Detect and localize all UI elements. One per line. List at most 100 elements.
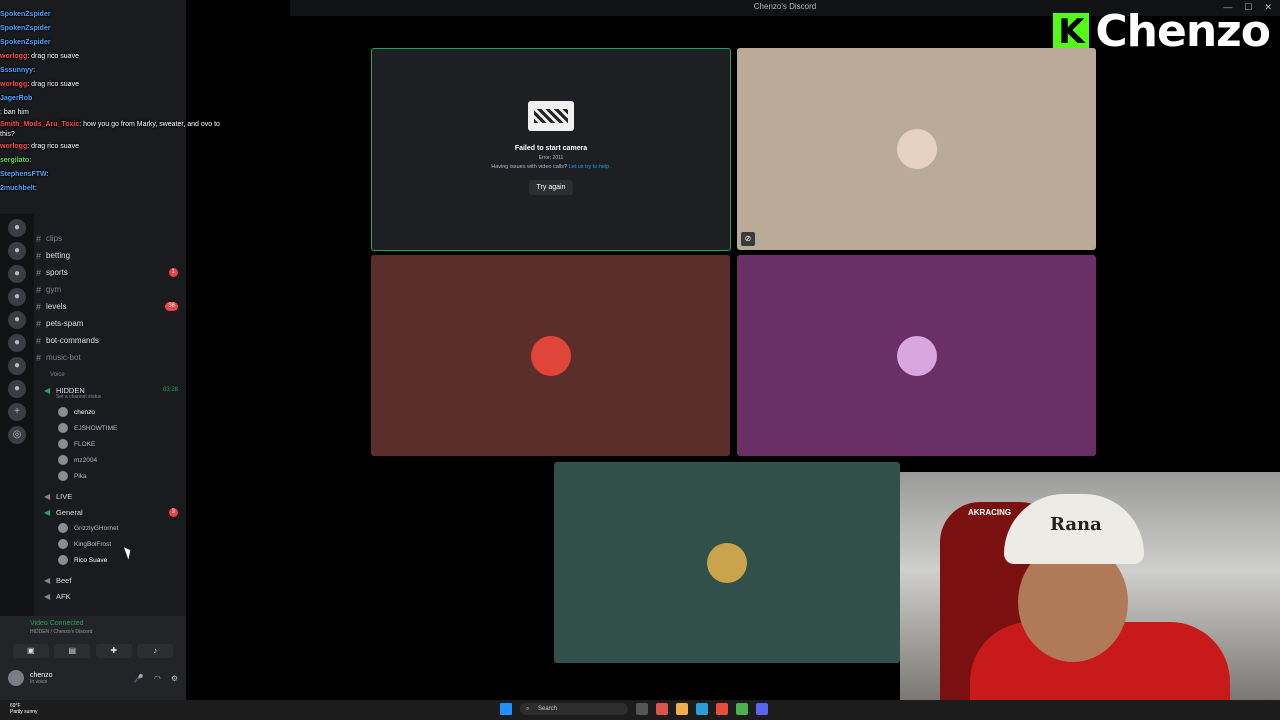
chat-user: worlogg — [0, 53, 28, 60]
channel-gym[interactable]: # gym — [36, 281, 184, 298]
voice-user[interactable]: mz2004 — [36, 452, 184, 468]
server-icon[interactable]: ● — [8, 242, 26, 260]
voice-channel-general[interactable]: ◀ General 3 — [36, 504, 184, 520]
voice-user-name: Rico Suave — [74, 556, 108, 564]
chat-text: : how you go from Marky, sweater, and ov… — [79, 121, 220, 128]
hash-icon: # — [36, 301, 42, 312]
voice-channel-label: AFK — [56, 591, 71, 601]
screen-share-button[interactable]: ▤ — [54, 644, 91, 658]
chat-user: SpokenZspider — [0, 25, 51, 32]
server-icon[interactable]: ● — [8, 311, 26, 329]
chat-message: worlogg: drag rico suave — [0, 78, 290, 92]
voice-channel-label: General — [56, 507, 83, 517]
voice-channel-beef[interactable]: ◀ Beef — [36, 572, 184, 588]
channel-pets-spam[interactable]: # pets-spam — [36, 315, 184, 332]
voice-user-name: GrizzlyGHornet — [74, 524, 119, 532]
voice-channel-label: Beef — [56, 575, 72, 585]
camera-button[interactable]: ▣ — [12, 644, 49, 658]
channel-clips[interactable]: # clips — [36, 230, 184, 247]
video-tile[interactable]: ⊘ — [737, 48, 1096, 250]
taskbar-search[interactable]: ⌕ Search — [520, 703, 628, 715]
video-tile[interactable] — [737, 255, 1096, 456]
voice-channel-afk[interactable]: ◀ AFK — [36, 588, 184, 604]
chat-user: SpokenZspider — [0, 39, 51, 46]
hash-icon: # — [36, 335, 42, 346]
chat-text: : drag rico suave — [27, 53, 79, 60]
voice-category[interactable]: Voice — [50, 372, 184, 380]
channel-levels[interactable]: # levels 36 — [36, 298, 184, 315]
user-status: In voice — [30, 678, 48, 685]
voice-user[interactable]: KingBolFrost — [36, 536, 184, 552]
voice-user[interactable]: FLOKE — [36, 436, 184, 452]
channel-label: clips — [46, 234, 63, 243]
server-icon[interactable]: ● — [8, 265, 26, 283]
voice-user[interactable]: EJSHOWTIME — [36, 420, 184, 436]
voice-user-name: KingBolFrost — [74, 540, 112, 548]
server-icon[interactable]: ● — [8, 334, 26, 352]
video-tile[interactable] — [371, 255, 730, 456]
channel-music-bot[interactable]: # music-bot — [36, 349, 184, 366]
voice-user[interactable]: Rico Suave — [36, 552, 184, 568]
voice-user[interactable]: chenzo — [36, 404, 184, 420]
chat-message: 2muchbelt: — [0, 182, 290, 196]
channel-sports[interactable]: # sports 1 — [36, 264, 184, 281]
help-link[interactable]: Let us try to help. — [569, 164, 611, 170]
headphones-icon[interactable]: ◠ — [154, 674, 161, 683]
channel-label: pets-spam — [46, 319, 84, 328]
file-explorer-icon[interactable] — [676, 703, 688, 715]
activities-button[interactable]: ✚ — [95, 644, 132, 658]
windows-start-icon[interactable] — [500, 703, 512, 715]
server-icon[interactable]: ● — [8, 219, 26, 237]
server-icon[interactable]: ● — [8, 357, 26, 375]
server-list: ● ● ● ● ● ● ● ● + ◎ — [0, 214, 34, 634]
channel-betting[interactable]: # betting — [36, 247, 184, 264]
chat-message: this? — [0, 130, 290, 140]
add-server-icon[interactable]: + — [8, 403, 26, 421]
muted-icon: ⊘ — [741, 232, 755, 246]
connection-status[interactable]: Video Connected — [30, 620, 84, 627]
explore-icon[interactable]: ◎ — [8, 426, 26, 444]
avatar — [58, 439, 68, 449]
voice-user[interactable]: GrizzlyGHornet — [36, 520, 184, 536]
weather-widget[interactable]: 69°F Partly sunny — [10, 703, 38, 715]
app-icon[interactable] — [656, 703, 668, 715]
hash-icon: # — [36, 284, 42, 295]
unread-badge: 36 — [165, 302, 178, 311]
chrome-icon[interactable] — [736, 703, 748, 715]
unread-badge: 3 — [168, 507, 178, 517]
chat-message: worlogg: drag rico suave — [0, 140, 290, 154]
soundboard-button[interactable]: ♪ — [137, 644, 174, 658]
discord-icon[interactable] — [756, 703, 768, 715]
channel-label: sports — [46, 268, 68, 277]
camera-error-title: Failed to start camera — [514, 145, 588, 152]
mic-icon[interactable]: 🎤 — [134, 674, 144, 683]
server-icon[interactable]: ● — [8, 380, 26, 398]
task-view-icon[interactable] — [636, 703, 648, 715]
speaker-icon: ◀ — [44, 507, 51, 517]
voice-user[interactable]: Pika — [36, 468, 184, 484]
app-icon[interactable] — [716, 703, 728, 715]
voice-user-name: FLOKE — [74, 440, 96, 448]
video-tile-self[interactable]: Failed to start camera Error: 2011 Havin… — [371, 48, 731, 251]
chat-user: StephensFTW — [0, 171, 47, 178]
voice-channel-live[interactable]: ◀ LIVE — [36, 488, 184, 504]
connection-channel[interactable]: HIDDEN / Chenzo's Discord — [30, 629, 92, 635]
call-timer: 03:28 — [162, 387, 178, 393]
video-tile[interactable] — [554, 462, 900, 663]
search-icon: ⌕ — [526, 706, 530, 712]
gear-icon[interactable]: ⚙ — [171, 674, 178, 683]
user-panel[interactable]: chenzo In voice — [8, 670, 53, 686]
chat-message: Sssunnyy: — [0, 64, 290, 78]
chat-message: worlogg: drag rico suave — [0, 50, 290, 64]
channel-label: betting — [46, 251, 71, 260]
server-icon[interactable]: ● — [8, 288, 26, 306]
channel-bot-commands[interactable]: # bot-commands — [36, 332, 184, 349]
chat-user: SpokenZspider — [0, 11, 51, 18]
chat-message: SpokenZspider — [0, 36, 290, 50]
hash-icon: # — [36, 233, 42, 244]
chat-user: JagerRob — [0, 95, 33, 102]
edge-icon[interactable] — [696, 703, 708, 715]
channel-status[interactable]: Set a channel status — [56, 394, 184, 400]
chat-text: : — [29, 157, 32, 164]
try-again-button[interactable]: Try again — [528, 180, 574, 195]
